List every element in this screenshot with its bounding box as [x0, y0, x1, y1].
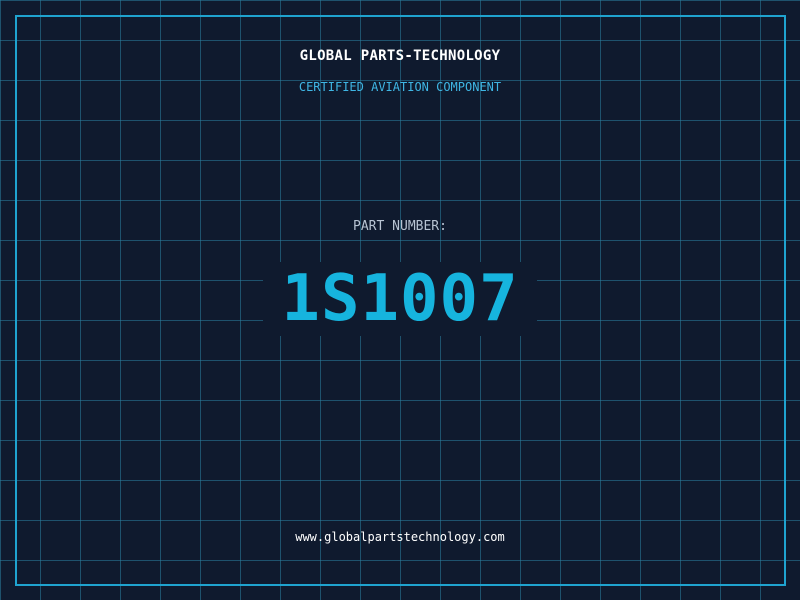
- part-number-label: PART NUMBER:: [353, 219, 447, 234]
- part-number-value: 1S1007: [281, 262, 519, 336]
- website-url: www.globalpartstechnology.com: [295, 530, 505, 544]
- company-tagline: CERTIFIED AVIATION COMPONENT: [298, 80, 502, 94]
- blueprint-canvas: GLOBAL PARTS-TECHNOLOGY CERTIFIED AVIATI…: [0, 0, 800, 600]
- part-number-panel: 1S1007: [263, 262, 537, 336]
- company-name: GLOBAL PARTS-TECHNOLOGY: [299, 48, 501, 64]
